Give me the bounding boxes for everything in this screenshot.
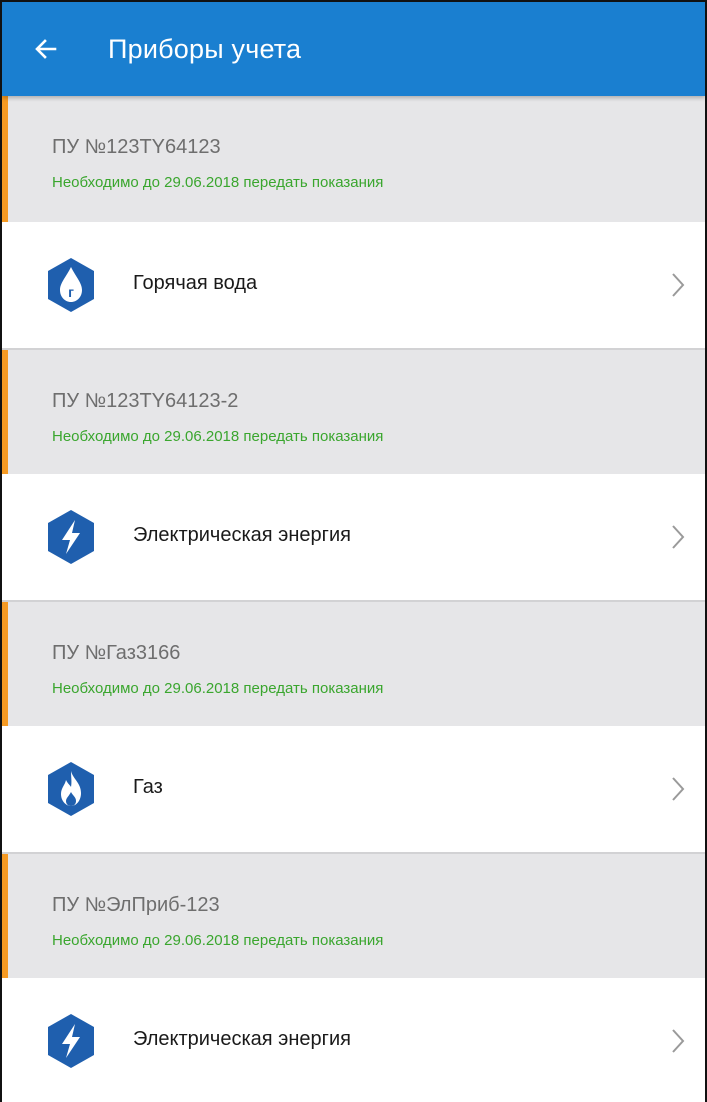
app-screen: Приборы учета ПУ №123TY64123 Необходимо … [0,0,707,1102]
accent-bar [2,854,8,978]
accent-bar [2,96,8,222]
meter-name: ПУ №123TY64123 [52,136,221,158]
meter-deadline-note: Необходимо до 29.06.2018 передать показа… [52,174,384,191]
page-title: Приборы учета [108,33,302,64]
chevron-right-icon [672,525,685,549]
resource-row-hot-water[interactable]: г Горячая вода [2,222,705,348]
lightning-icon [48,510,94,564]
resource-row-electricity[interactable]: Электрическая энергия [2,978,705,1102]
flame-icon [48,762,94,816]
chevron-right-icon [672,1029,685,1053]
accent-bar [2,602,8,726]
resource-label: Газ [133,776,163,798]
app-bar: Приборы учета [2,2,705,96]
resource-label: Электрическая энергия [133,524,351,546]
resource-row-electricity[interactable]: Электрическая энергия [2,474,705,600]
lightning-icon [48,1014,94,1068]
accent-bar [2,350,8,474]
meter-deadline-note: Необходимо до 29.06.2018 передать показа… [52,428,384,445]
resource-label: Электрическая энергия [133,1028,351,1050]
chevron-right-icon [672,777,685,801]
meter-header: ПУ №123TY64123-2 Необходимо до 29.06.201… [2,348,705,474]
meter-name: ПУ №ЭлПриб-123 [52,894,220,916]
svg-text:г: г [68,284,74,300]
hot-water-icon: г [48,258,94,312]
meters-list: ПУ №123TY64123 Необходимо до 29.06.2018 … [2,96,705,1102]
meter-header: ПУ №ЭлПриб-123 Необходимо до 29.06.2018 … [2,852,705,978]
meter-header: ПУ №123TY64123 Необходимо до 29.06.2018 … [2,96,705,222]
resource-row-gas[interactable]: Газ [2,726,705,852]
meter-name: ПУ №Газ3166 [52,642,181,664]
meter-header: ПУ №Газ3166 Необходимо до 29.06.2018 пер… [2,600,705,726]
meter-name: ПУ №123TY64123-2 [52,390,239,412]
resource-label: Горячая вода [133,272,258,294]
meter-deadline-note: Необходимо до 29.06.2018 передать показа… [52,932,384,949]
arrow-left-icon [35,39,57,59]
meter-deadline-note: Необходимо до 29.06.2018 передать показа… [52,680,384,697]
chevron-right-icon [672,273,685,297]
back-button[interactable] [28,31,64,67]
